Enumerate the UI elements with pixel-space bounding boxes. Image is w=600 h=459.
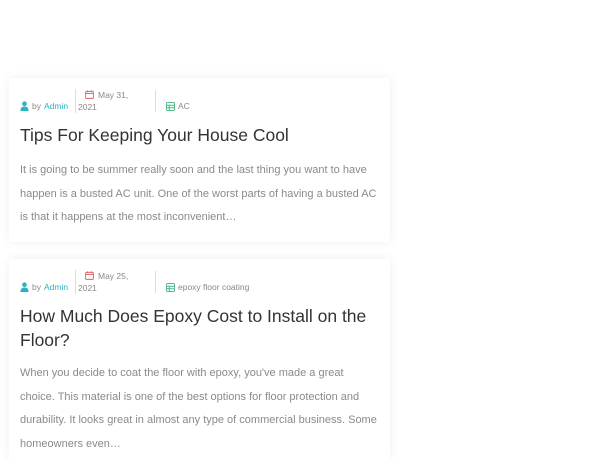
- category-icon: [166, 101, 175, 111]
- date-line-2: 2021: [78, 102, 97, 112]
- calendar-icon: [85, 271, 94, 280]
- post-excerpt: It is going to be summer really soon and…: [20, 164, 377, 223]
- post-title[interactable]: Tips For Keeping Your House Cool: [20, 123, 380, 147]
- category-link[interactable]: epoxy floor coating: [178, 282, 249, 292]
- calendar-icon: [85, 90, 94, 99]
- post-author: by Admin: [20, 282, 68, 292]
- category-icon: [166, 282, 175, 292]
- author-prefix: by: [32, 101, 41, 111]
- user-icon: [20, 101, 29, 111]
- meta-divider: [155, 271, 156, 293]
- user-icon: [20, 282, 29, 292]
- post-date: May 25, 2021: [75, 270, 146, 294]
- category-link[interactable]: AC: [178, 101, 190, 111]
- post-card: by Admin May 25, 2021 epoxy floor coatin…: [9, 259, 390, 459]
- post-excerpt: When you decide to coat the floor with e…: [20, 367, 377, 450]
- author-prefix: by: [32, 282, 41, 292]
- author-link[interactable]: Admin: [44, 101, 68, 111]
- post-title[interactable]: How Much Does Epoxy Cost to Install on t…: [20, 304, 380, 352]
- author-link[interactable]: Admin: [44, 282, 68, 292]
- post-author: by Admin: [20, 101, 68, 111]
- post-category: AC: [166, 101, 190, 111]
- date-line-2: 2021: [78, 283, 97, 293]
- post-category: epoxy floor coating: [166, 282, 249, 292]
- post-meta: by Admin May 25, 2021 epoxy floor coatin…: [9, 259, 390, 309]
- meta-divider: [155, 90, 156, 112]
- post-meta: by Admin May 31, 2021 AC: [9, 78, 390, 128]
- post-date: May 31, 2021: [75, 89, 146, 113]
- post-card: by Admin May 31, 2021 AC Tips For Keepin…: [9, 78, 390, 242]
